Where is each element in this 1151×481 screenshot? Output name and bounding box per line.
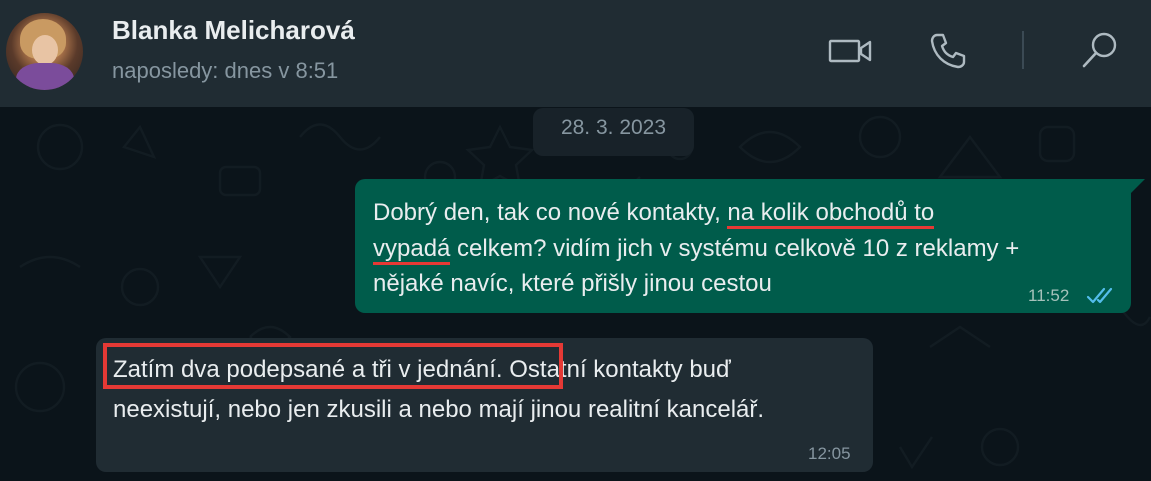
search-icon[interactable] <box>1080 30 1120 70</box>
contact-last-seen: naposledy: dnes v 8:51 <box>112 58 339 83</box>
red-highlight-box <box>103 343 563 389</box>
contact-avatar[interactable] <box>6 13 83 90</box>
date-chip: 28. 3. 2023 <box>533 108 694 156</box>
message-text: celkem? vidím jich v systému celkově 10 … <box>450 235 1020 262</box>
incoming-message-line: neexistují, nebo jen zkusili a nebo mají… <box>113 392 764 428</box>
double-check-read-icon <box>1086 287 1113 304</box>
voice-call-icon[interactable] <box>928 31 968 71</box>
avatar-body <box>16 63 74 90</box>
outgoing-message-line: vypadá celkem? vidím jich v systému celk… <box>373 231 1019 267</box>
avatar-face <box>32 35 58 65</box>
bubble-tail <box>1129 179 1145 195</box>
outgoing-message-line: nějaké navíc, které přišly jinou cestou <box>373 266 772 302</box>
underlined-text: na kolik obchodů to <box>727 199 935 229</box>
underlined-text: vypadá <box>373 235 451 265</box>
contact-name[interactable]: Blanka Melicharová <box>112 15 355 46</box>
message-text: nějaké navíc, které přišly jinou cestou <box>373 270 772 297</box>
chat-header: Blanka Melicharová naposledy: dnes v 8:5… <box>0 0 1151 107</box>
header-divider <box>1022 31 1024 69</box>
message-text: neexistují, nebo jen zkusili a nebo mají… <box>113 396 765 423</box>
video-call-icon[interactable] <box>828 36 874 66</box>
message-timestamp: 11:52 <box>1028 286 1070 305</box>
outgoing-message-line: Dobrý den, tak co nové kontakty, na koli… <box>373 195 935 231</box>
message-text: Dobrý den, tak co nové kontakty, <box>373 199 728 226</box>
message-timestamp: 12:05 <box>808 444 851 463</box>
